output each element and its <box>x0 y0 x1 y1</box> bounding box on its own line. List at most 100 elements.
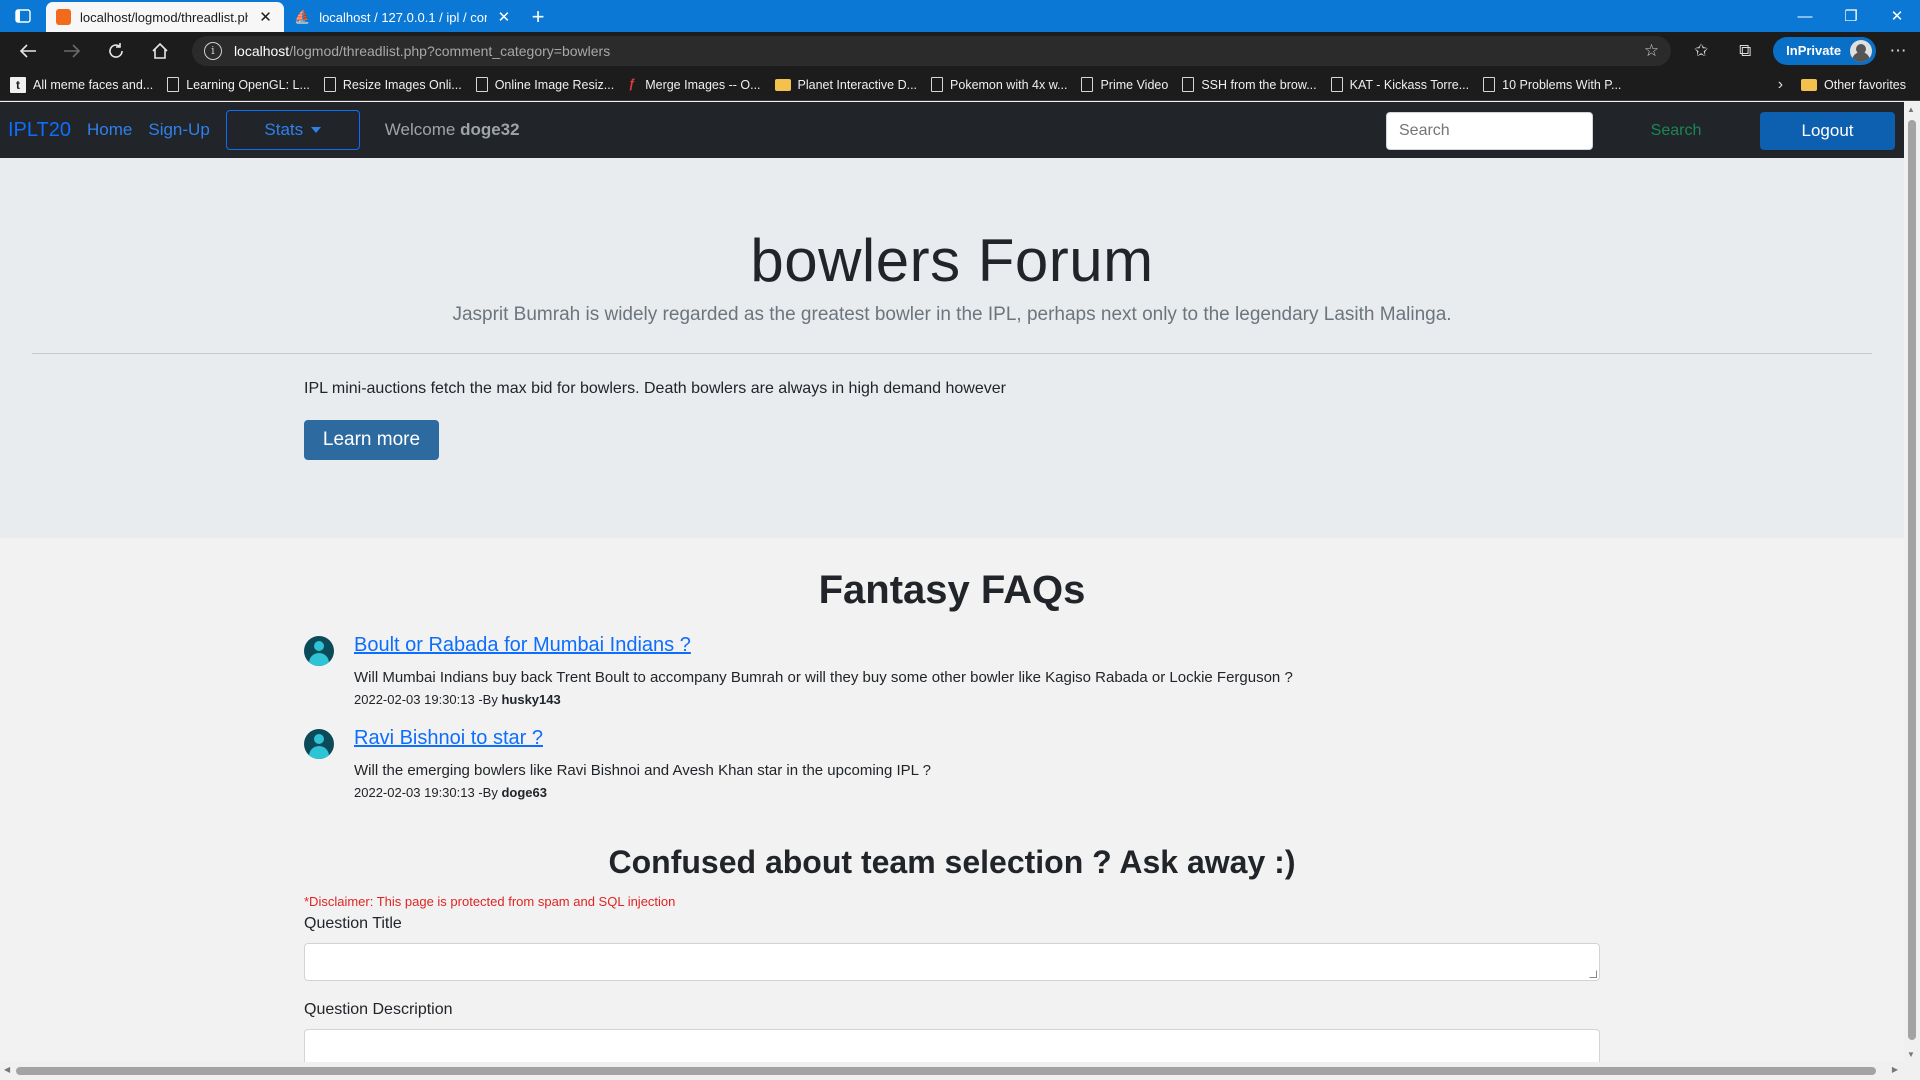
add-favorite-icon[interactable]: ☆ <box>1644 41 1659 61</box>
restore-icon[interactable]: ❐ <box>1828 0 1874 32</box>
resize-grip-icon[interactable] <box>1589 970 1597 978</box>
question-title-link[interactable]: Boult or Rabada for Mumbai Indians ? <box>354 634 691 657</box>
forum-info: IPL mini-auctions fetch the max bid for … <box>304 380 1006 397</box>
bookmark-label: Merge Images -- O... <box>645 77 761 92</box>
user-avatar-icon <box>304 729 334 759</box>
scroll-right-arrow-icon[interactable]: ▶ <box>1892 1065 1898 1074</box>
bookmark-label: 10 Problems With P... <box>1502 77 1622 92</box>
bookmark-label: All meme faces and... <box>33 77 154 92</box>
minimize-icon[interactable]: — <box>1782 0 1828 32</box>
page-icon <box>475 77 488 92</box>
tab-actions-button[interactable] <box>0 0 46 32</box>
close-tab-icon[interactable]: ✕ <box>257 8 274 26</box>
welcome-username: doge32 <box>460 120 520 139</box>
bookmark-item[interactable]: SSH from the brow... <box>1182 77 1317 92</box>
brand-link[interactable]: IPLT20 <box>8 119 71 142</box>
other-favorites-label: Other favorites <box>1824 77 1906 92</box>
nav-signup-link[interactable]: Sign-Up <box>148 120 209 140</box>
bookmark-label: SSH from the brow... <box>1201 77 1317 92</box>
address-bar[interactable]: i localhost/logmod/threadlist.php?commen… <box>191 35 1672 66</box>
inprivate-label: InPrivate <box>1786 43 1842 58</box>
bookmarks-overflow-chevron-icon[interactable]: › <box>1778 76 1783 94</box>
bookmark-item[interactable]: Prime Video <box>1081 77 1168 92</box>
url-host: localhost <box>233 42 290 59</box>
learn-more-button[interactable]: Learn more <box>304 420 439 460</box>
bookmark-item[interactable]: KAT - Kickass Torre... <box>1330 77 1470 92</box>
nav-home-link[interactable]: Home <box>87 120 132 140</box>
page-icon <box>1081 77 1094 92</box>
spam-disclaimer: *Disclaimer: This page is protected from… <box>304 894 676 909</box>
bookmark-label: Prime Video <box>1100 77 1169 92</box>
nav-search-input[interactable] <box>1386 112 1593 150</box>
merge-icon: ƒ <box>628 77 636 91</box>
url-path: /logmod/threadlist.php?comment_category=… <box>289 42 611 59</box>
question-title-link[interactable]: Ravi Bishnoi to star ? <box>354 727 543 750</box>
bookmark-item[interactable]: Planet Interactive D... <box>774 78 917 92</box>
faq-heading: Fantasy FAQs <box>818 568 1086 612</box>
bookmark-item[interactable]: 10 Problems With P... <box>1483 77 1621 92</box>
browser-tab-phpmyadmin[interactable]: ⛵ localhost / 127.0.0.1 / ipl / comm ✕ <box>284 2 522 32</box>
favorites-icon[interactable]: ✩ <box>1679 32 1723 69</box>
question-date: 2022-02-03 19:30:13 <box>354 785 475 800</box>
question-title-label: Question Title <box>304 915 402 932</box>
inprivate-badge[interactable]: InPrivate <box>1773 36 1877 65</box>
bookmark-item[interactable]: Resize Images Onli... <box>323 77 462 92</box>
bookmark-label: Learning OpenGL: L... <box>186 77 310 92</box>
bookmark-label: Resize Images Onli... <box>342 77 462 92</box>
scroll-left-arrow-icon[interactable]: ◀ <box>4 1065 10 1074</box>
page-icon <box>1330 77 1343 92</box>
horizontal-scrollbar[interactable]: ◀ ▶ <box>0 1062 1920 1080</box>
browser-tab-threadlist[interactable]: localhost/logmod/threadlist.php ✕ <box>46 2 284 32</box>
question-meta: 2022-02-03 19:30:13 -By doge63 <box>354 785 547 800</box>
folder-icon <box>774 78 791 91</box>
back-arrow-icon <box>19 43 36 58</box>
question-author: doge63 <box>501 785 547 800</box>
question-title-field[interactable] <box>304 943 1600 981</box>
other-favorites[interactable]: Other favorites <box>1801 78 1906 92</box>
back-button[interactable] <box>6 32 50 69</box>
bookmark-item[interactable]: Online Image Resiz... <box>475 77 614 92</box>
vertical-scroll-thumb[interactable] <box>1908 120 1916 1040</box>
close-tab-icon[interactable]: ✕ <box>496 8 512 26</box>
browser-tabstrip: localhost/logmod/threadlist.php ✕ ⛵ loca… <box>0 0 1920 32</box>
scroll-down-arrow-icon[interactable]: ▼ <box>1907 1050 1915 1059</box>
new-tab-button[interactable]: + <box>522 2 554 32</box>
collections-icon[interactable]: ⧉ <box>1723 32 1767 69</box>
tumblr-icon: t <box>10 76 26 93</box>
scroll-up-arrow-icon[interactable]: ▲ <box>1907 105 1915 114</box>
refresh-button[interactable] <box>94 32 138 69</box>
bookmark-item[interactable]: Learning OpenGL: L... <box>167 77 310 92</box>
jumbotron-divider <box>32 353 1872 354</box>
page-icon <box>931 77 944 92</box>
question-description: Will Mumbai Indians buy back Trent Boult… <box>354 669 1293 686</box>
forward-arrow-icon <box>63 43 81 58</box>
ask-heading: Confused about team selection ? Ask away… <box>608 844 1296 880</box>
question-by: -By <box>478 692 498 707</box>
bookmark-item[interactable]: ƒ Merge Images -- O... <box>628 77 760 92</box>
bookmark-item[interactable]: t All meme faces and... <box>10 76 154 93</box>
window-controls: — ❐ ✕ <box>1782 0 1920 32</box>
more-options-icon[interactable]: ⋯ <box>1876 32 1920 69</box>
nav-search-button[interactable]: Search <box>1634 112 1718 150</box>
question-description-field[interactable] <box>304 1029 1600 1062</box>
home-button[interactable] <box>138 32 182 69</box>
bookmark-item[interactable]: Pokemon with 4x w... <box>931 77 1067 92</box>
page-icon <box>323 77 336 92</box>
phpmyadmin-favicon-icon: ⛵ <box>294 9 311 24</box>
stats-dropdown-button[interactable]: Stats <box>225 110 360 150</box>
close-window-icon[interactable]: ✕ <box>1874 0 1920 32</box>
profile-avatar <box>1850 39 1873 62</box>
page-viewport: IPLT20 Home Sign-Up Stats Welcome doge32… <box>0 102 1904 1062</box>
xampp-favicon-icon <box>56 9 71 25</box>
forum-title: bowlers Forum <box>750 227 1154 294</box>
forward-button[interactable] <box>50 32 94 69</box>
logout-button[interactable]: Logout <box>1760 112 1895 150</box>
page-icon <box>1182 77 1195 92</box>
folder-icon <box>1801 78 1818 91</box>
welcome-text: Welcome doge32 <box>385 120 520 140</box>
horizontal-scroll-thumb[interactable] <box>16 1067 1876 1075</box>
welcome-prefix: Welcome <box>384 120 456 139</box>
vertical-scrollbar[interactable]: ▲ ▼ <box>1904 102 1920 1062</box>
site-info-icon[interactable]: i <box>203 41 222 60</box>
bookmark-label: KAT - Kickass Torre... <box>1349 77 1470 92</box>
